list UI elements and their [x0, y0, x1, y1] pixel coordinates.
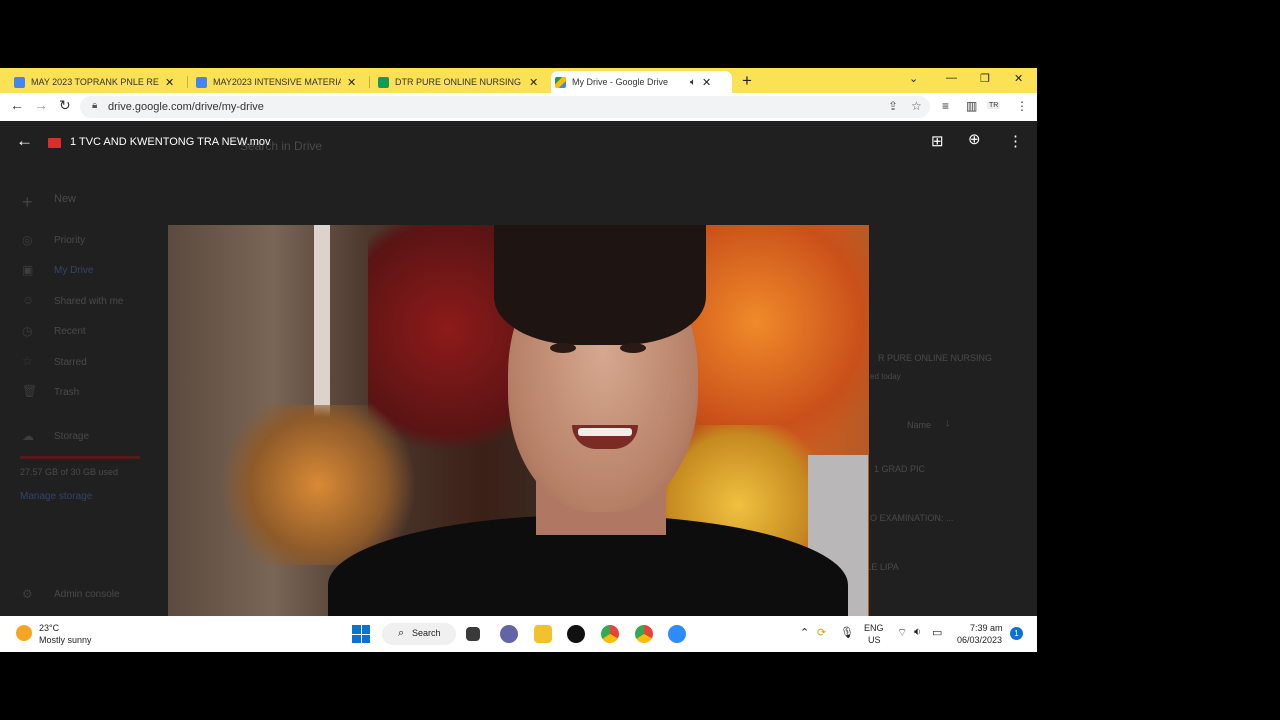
teams-icon[interactable]: [500, 625, 518, 643]
back-arrow-icon[interactable]: ←: [16, 131, 33, 151]
sidebar-item-shared: Shared with me: [54, 296, 124, 307]
google-drive-icon: [555, 76, 566, 88]
keyboard-layout[interactable]: US: [868, 635, 881, 645]
windows-start-icon[interactable]: [352, 625, 370, 643]
weather-condition[interactable]: Mostly sunny: [39, 635, 92, 645]
file-item: O EXAMINATION: ...: [870, 513, 954, 523]
microphone-icon[interactable]: 🎙︎: [840, 626, 854, 639]
video-player[interactable]: [168, 225, 869, 618]
battery-icon[interactable]: ▭: [932, 626, 942, 639]
sync-icon[interactable]: ⟳: [817, 626, 826, 639]
storage-bar: [20, 456, 140, 459]
reload-icon[interactable]: ↻: [59, 97, 71, 114]
address-bar[interactable]: 🔒︎ drive.google.com/drive/my-drive ⇪ ☆: [80, 96, 930, 118]
viewer-filename: 1 TVC AND KWENTONG TRA NEW.mov: [70, 136, 271, 148]
close-window-button[interactable]: ✕: [1014, 72, 1023, 85]
forward-arrow-icon[interactable]: →: [34, 97, 48, 113]
notification-badge[interactable]: 1: [1010, 627, 1023, 640]
wifi-icon[interactable]: ⌔: [897, 626, 907, 640]
tab-dtr-nursing[interactable]: DTR PURE ONLINE NURSING - G ✕: [374, 71, 538, 93]
language-indicator[interactable]: ENG: [864, 623, 884, 633]
task-view-icon[interactable]: [466, 627, 480, 641]
lock-icon[interactable]: 🔒︎: [92, 100, 97, 111]
new-tab-button[interactable]: +: [742, 71, 752, 91]
sidebar-item-recent: Recent: [54, 326, 86, 337]
sun-icon[interactable]: [16, 625, 32, 641]
windows-taskbar: 23°C Mostly sunny ⌕ Search ⌃ ⟳ 🎙︎ ENG US…: [0, 616, 1037, 652]
screen: MAY 2023 TOPRANK PNLE REVIE ✕ MAY2023 IN…: [0, 68, 1037, 652]
admin-icon: ⚙︎: [22, 587, 33, 601]
suggested-card-subtitle: ed today: [870, 372, 901, 381]
star-icon: ☆: [22, 354, 33, 368]
bookmark-star-icon[interactable]: ☆: [911, 99, 922, 113]
volume-icon[interactable]: 🔉︎: [914, 626, 921, 639]
suggested-card-title: R PURE ONLINE NURSING: [878, 353, 993, 363]
add-comment-icon[interactable]: ⊕: [968, 130, 981, 148]
sort-name-header: Name: [907, 420, 932, 430]
admin-console-link: Admin console: [54, 589, 120, 600]
chrome-icon[interactable]: [601, 625, 619, 643]
manage-storage-link: Manage storage: [20, 491, 93, 502]
tab-my-drive[interactable]: My Drive - Google Drive 🔈︎ ✕: [551, 71, 732, 93]
close-tab-icon[interactable]: ✕: [347, 76, 356, 89]
chevron-up-icon[interactable]: ⌃: [800, 626, 809, 639]
weather-temperature[interactable]: 23°C: [39, 623, 59, 633]
tab-toprank[interactable]: MAY 2023 TOPRANK PNLE REVIE ✕: [10, 71, 174, 93]
sidebar-item-storage: Storage: [54, 431, 90, 442]
speaker-icon[interactable]: 🔈︎: [690, 77, 696, 88]
add-to-folder-icon[interactable]: ⊞: [931, 132, 944, 150]
clock-time[interactable]: 7:39 am: [970, 623, 1003, 633]
extension-icon[interactable]: TR: [987, 102, 1001, 109]
priority-icon: ◎: [22, 233, 33, 247]
drive-background: Search in Drive + New ◎ Priority ▣ My Dr…: [0, 121, 1037, 618]
video-file-icon: [48, 138, 61, 148]
tab-search-icon[interactable]: ⌄: [909, 72, 918, 85]
trash-icon: 🗑︎: [22, 384, 38, 398]
side-panel-icon[interactable]: ▥: [966, 99, 977, 113]
arrow-down-icon: ↓: [945, 417, 951, 429]
more-actions-icon[interactable]: ⋮: [1008, 132, 1023, 150]
sidebar-item-priority: Priority: [54, 235, 86, 246]
browser-toolbar: ← → ↻ 🔒︎ drive.google.com/drive/my-drive…: [0, 93, 1037, 121]
media-player-icon[interactable]: [567, 625, 585, 643]
sidebar-item-trash: Trash: [54, 387, 80, 398]
back-arrow-icon[interactable]: ←: [10, 97, 24, 113]
close-tab-icon[interactable]: ✕: [165, 76, 174, 89]
close-tab-icon[interactable]: ✕: [529, 76, 538, 89]
taskbar-search-button[interactable]: ⌕ Search: [382, 623, 456, 645]
search-icon: ⌕: [398, 627, 405, 639]
new-plus-icon: +: [22, 192, 33, 212]
zoom-icon[interactable]: [668, 625, 686, 643]
file-explorer-icon[interactable]: [534, 625, 552, 643]
shared-icon: ☺: [22, 293, 35, 307]
viewer-header: ← 1 TVC AND KWENTONG TRA NEW.mov ⊞ ⊕ ⋮: [0, 121, 1037, 166]
google-sheets-icon: [378, 76, 389, 88]
cloud-icon: ☁︎: [22, 429, 34, 443]
chrome-icon[interactable]: [635, 625, 653, 643]
storage-used-text: 27.57 GB of 30 GB used: [20, 467, 119, 477]
menu-kebab-icon[interactable]: ⋮: [1016, 99, 1028, 113]
my-drive-icon: ▣: [22, 263, 34, 277]
sidebar-item-starred: Starred: [54, 357, 87, 368]
new-button: New: [54, 193, 77, 205]
sidebar-item-my-drive: My Drive: [54, 265, 94, 276]
tab-strip: MAY 2023 TOPRANK PNLE REVIE ✕ MAY2023 IN…: [0, 68, 1037, 93]
file-item: 1 GRAD PIC: [874, 464, 926, 474]
tab-intensive-materials[interactable]: MAY2023 INTENSIVE MATERIALS ✕: [192, 71, 356, 93]
google-docs-icon: [196, 76, 207, 88]
clock-date[interactable]: 06/03/2023: [957, 635, 1002, 645]
share-icon[interactable]: ⇪: [888, 99, 898, 113]
clock-icon: ◷: [22, 324, 33, 338]
google-classroom-icon: [14, 76, 25, 88]
minimize-button[interactable]: —: [946, 72, 957, 84]
reading-list-icon[interactable]: ≡: [942, 99, 949, 113]
restore-button[interactable]: ❐: [980, 72, 990, 85]
close-tab-icon[interactable]: ✕: [702, 76, 711, 89]
